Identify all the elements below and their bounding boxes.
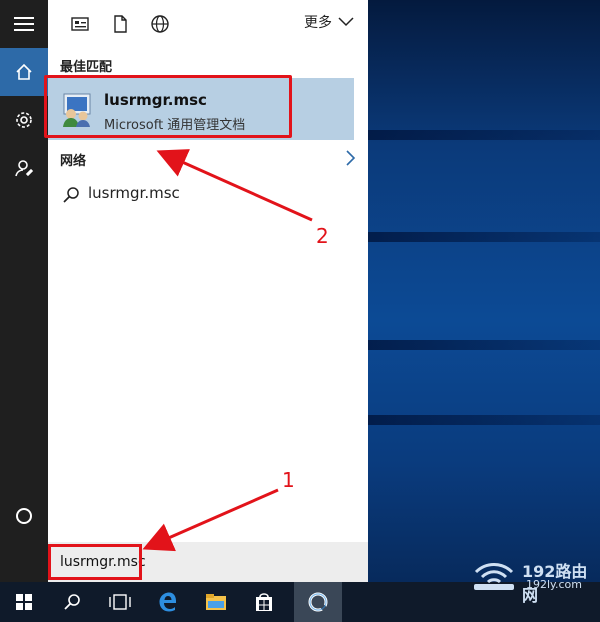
desktop-wallpaper — [368, 0, 600, 582]
app-list-icon[interactable] — [70, 14, 90, 34]
panel-topbar: 更多 — [48, 0, 368, 48]
settings-button[interactable] — [0, 96, 48, 144]
best-match-header: 最佳匹配 — [60, 60, 113, 75]
windows-start-icon — [16, 594, 32, 610]
annotation-step-2: 2 — [316, 224, 329, 248]
wallpaper-light-beam — [368, 340, 600, 350]
task-view-button[interactable] — [96, 582, 144, 622]
start-left-rail — [0, 0, 48, 582]
home-button[interactable] — [0, 48, 48, 96]
search-icon — [64, 594, 80, 610]
edge-icon — [159, 592, 177, 612]
network-header: 网络 — [60, 154, 87, 169]
feedback-icon — [15, 160, 34, 177]
chevron-right-icon[interactable] — [344, 150, 358, 166]
cortana-app-icon — [308, 592, 329, 613]
search-icon — [63, 187, 79, 203]
highlight-box-search — [48, 544, 142, 580]
wifi-router-logo-icon — [474, 563, 514, 590]
chevron-down-icon — [338, 17, 354, 27]
hamburger-menu-button[interactable] — [0, 0, 48, 48]
document-icon[interactable] — [110, 14, 130, 34]
taskbar-search-button[interactable] — [48, 582, 96, 622]
start-button[interactable] — [0, 582, 48, 622]
watermark-site: 192ly.com — [526, 578, 582, 591]
wallpaper-light-beam — [368, 130, 600, 140]
annotation-step-1: 1 — [282, 468, 295, 492]
web-suggestion-label: lusrmgr.msc — [88, 184, 180, 202]
wallpaper-light-beam — [368, 232, 600, 242]
feedback-button[interactable] — [0, 144, 48, 192]
wallpaper-light-beam — [368, 415, 600, 425]
cortana-icon[interactable] — [16, 508, 32, 524]
file-explorer-icon — [206, 594, 226, 610]
web-suggestion-item[interactable]: lusrmgr.msc — [48, 178, 368, 210]
task-view-icon — [109, 594, 131, 610]
globe-icon[interactable] — [150, 14, 170, 34]
more-dropdown[interactable]: 更多 — [304, 12, 354, 32]
more-label: 更多 — [304, 15, 332, 31]
settings-icon — [16, 112, 32, 128]
store-button[interactable] — [240, 582, 288, 622]
edge-button[interactable] — [144, 582, 192, 622]
hamburger-icon — [14, 17, 34, 31]
cortana-app-button[interactable] — [294, 582, 342, 622]
file-explorer-button[interactable] — [192, 582, 240, 622]
highlight-box-best-match — [44, 75, 292, 138]
store-icon — [256, 593, 272, 611]
watermark: 192路由网 192ly.com — [470, 556, 595, 605]
home-icon — [16, 63, 32, 80]
